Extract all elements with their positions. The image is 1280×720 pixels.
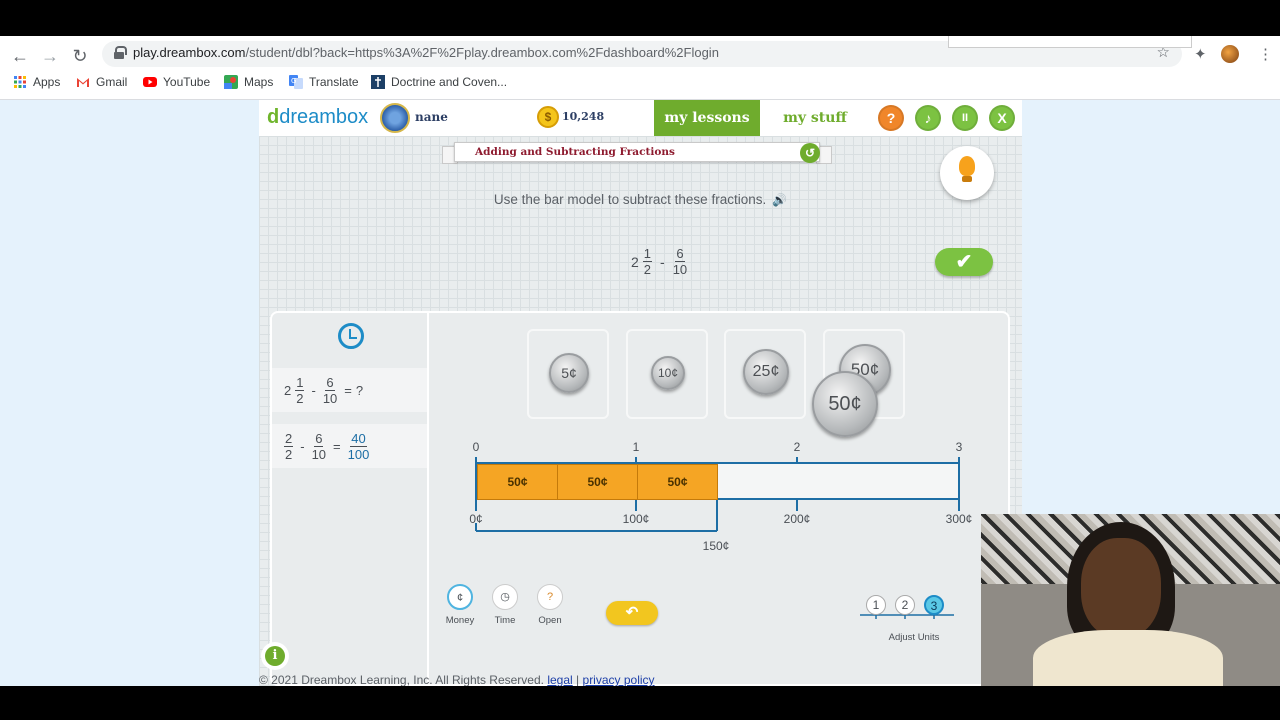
top-tick-3: 3 <box>955 440 963 454</box>
lightbulb-base <box>962 176 972 182</box>
info-icon: i <box>265 646 285 666</box>
box-icon[interactable]: ? <box>537 584 563 610</box>
money-tool[interactable]: ¢ Money <box>435 584 485 626</box>
bookmark-translate[interactable]: G Translate <box>289 75 359 89</box>
lesson-title-banner: Adding and Subtracting Fractions ↺ <box>442 142 832 164</box>
fraction-1: 12 <box>642 246 653 277</box>
bookmark-apps[interactable]: Apps <box>13 75 60 89</box>
coin-tile-25[interactable]: 25¢ <box>724 329 806 419</box>
webcam-person-face <box>1081 538 1161 638</box>
lightbulb-icon <box>959 156 975 176</box>
problem-expression: 2 12 - 6 10 <box>631 246 688 277</box>
coin-5-cent[interactable]: 5¢ <box>549 353 589 393</box>
history-row-1: 2 12 - 6 10 = ? <box>272 368 427 412</box>
fraction-2: 6 10 <box>672 246 688 277</box>
bottom-tick-200: 200¢ <box>783 512 811 526</box>
unit-option-1[interactable]: 1 <box>866 595 886 615</box>
clock-icon[interactable]: ◷ <box>492 584 518 610</box>
dragging-coin-50[interactable]: 50¢ <box>812 371 878 437</box>
bookmark-page-icon <box>371 75 385 89</box>
dreambox-app: ddreambox nane $ 10,248 my lessons my st… <box>259 100 1022 686</box>
back-icon[interactable]: ← <box>8 44 32 68</box>
bookmark-gmail[interactable]: Gmail <box>76 75 127 89</box>
legal-link[interactable]: legal <box>547 673 572 686</box>
top-black-bar <box>0 0 1280 36</box>
bookmark-maps[interactable]: Maps <box>224 75 273 89</box>
top-tick-1: 1 <box>632 440 640 454</box>
lock-icon <box>114 46 127 59</box>
top-tick-0: 0 <box>472 440 480 454</box>
webcam-overlay <box>981 514 1280 686</box>
my-stuff-tab[interactable]: my stuff <box>770 100 860 136</box>
adjust-units-label: Adjust Units <box>888 632 940 643</box>
bracket-label: 150¢ <box>702 539 730 553</box>
top-tick-2: 2 <box>793 440 801 454</box>
bottom-tick-0: 0¢ <box>469 512 483 526</box>
bookmarks-bar: Apps Gmail YouTube Maps G Translate Doctr… <box>0 72 1280 100</box>
svg-text:G: G <box>291 77 296 85</box>
menu-icon[interactable]: ⋮ <box>1258 45 1273 63</box>
coin-tile-10[interactable]: 10¢ <box>626 329 708 419</box>
webcam-person-body <box>1033 630 1223 686</box>
info-button[interactable]: i <box>261 642 289 670</box>
instruction-text: Use the bar model to subtract these frac… <box>493 192 788 207</box>
forward-icon[interactable]: → <box>38 44 62 68</box>
close-button[interactable]: X <box>989 105 1015 131</box>
bottom-tick-300: 300¢ <box>945 512 973 526</box>
bar-segment-1[interactable]: 50¢ <box>477 464 558 500</box>
extensions-icon[interactable]: ✦ <box>1194 45 1207 63</box>
coin-10-cent[interactable]: 10¢ <box>651 356 685 390</box>
dreambox-logo: ddreambox <box>267 106 369 128</box>
help-button[interactable]: ? <box>878 105 904 131</box>
open-tool[interactable]: ? Open <box>525 584 575 626</box>
history-row-2: 22 - 6 10 = 40 100 <box>272 424 427 468</box>
app-header: ddreambox nane $ 10,248 my lessons my st… <box>259 100 1022 136</box>
url-text[interactable]: play.dreambox.com/student/dbl?back=https… <box>133 45 719 60</box>
history-panel: 2 12 - 6 10 = ? 22 - 6 10 = 40 100 <box>272 313 429 686</box>
bottom-tick-100: 100¢ <box>622 512 650 526</box>
replay-arrow-icon[interactable]: ↺ <box>800 143 820 163</box>
maps-icon <box>224 75 238 89</box>
time-tool[interactable]: ◷ Time <box>480 584 530 626</box>
money-icon[interactable]: ¢ <box>447 584 473 610</box>
popup-edge <box>948 36 1192 48</box>
bookmark-youtube[interactable]: YouTube <box>143 75 210 89</box>
profile-avatar[interactable] <box>1221 45 1239 63</box>
workspace-panel: 2 12 - 6 10 = ? 22 - 6 10 = 40 100 5¢ 10… <box>270 311 1010 686</box>
username: nane <box>415 110 448 124</box>
page-background: ddreambox nane $ 10,248 my lessons my st… <box>0 100 1280 686</box>
privacy-policy-link[interactable]: privacy policy <box>583 673 655 686</box>
coin-icon: $ <box>537 106 559 128</box>
speaker-icon[interactable]: 🔊 <box>772 193 787 207</box>
lesson-title: Adding and Subtracting Fractions <box>475 146 675 158</box>
banner-ribbon: Adding and Subtracting Fractions ↺ <box>454 142 820 163</box>
coin-25-cent[interactable]: 25¢ <box>743 349 789 395</box>
browser-chrome: ← → ↻ play.dreambox.com/student/dbl?back… <box>0 36 1280 100</box>
coin-tile-5[interactable]: 5¢ <box>527 329 609 419</box>
bookmark-doctrine[interactable]: Doctrine and Coven... <box>371 75 507 89</box>
my-lessons-tab[interactable]: my lessons <box>654 100 760 136</box>
check-answer-button[interactable]: ✔ <box>935 248 993 276</box>
unit-option-3[interactable]: 3 <box>924 595 944 615</box>
gmail-icon <box>77 78 89 87</box>
history-icon[interactable] <box>338 323 364 349</box>
undo-button[interactable]: ↶ <box>606 601 658 625</box>
reload-icon[interactable]: ↻ <box>68 44 92 68</box>
coin-count: 10,248 <box>562 110 605 123</box>
translate-icon: G <box>289 75 303 89</box>
apps-grid-icon <box>14 76 26 88</box>
pause-button[interactable]: II <box>952 105 978 131</box>
footer: © 2021 Dreambox Learning, Inc. All Right… <box>259 673 655 686</box>
youtube-icon <box>143 77 157 87</box>
sound-button[interactable]: ♪ <box>915 105 941 131</box>
bar-segment-2[interactable]: 50¢ <box>557 464 638 500</box>
unit-option-2[interactable]: 2 <box>895 595 915 615</box>
bottom-black-bar <box>0 686 1280 720</box>
user-avatar[interactable] <box>380 103 410 133</box>
bar-segment-3[interactable]: 50¢ <box>637 464 718 500</box>
